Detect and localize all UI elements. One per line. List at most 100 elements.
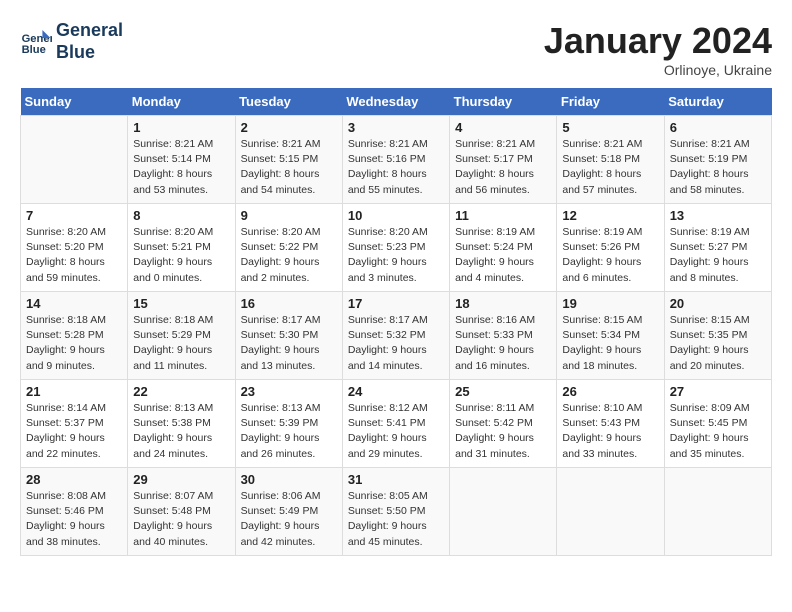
calendar-cell: 9 Sunrise: 8:20 AMSunset: 5:22 PMDaylight…	[235, 204, 342, 292]
calendar-cell: 4Sunrise: 8:21 AMSunset: 5:17 PMDaylight…	[450, 116, 557, 204]
day-info: Sunrise: 8:20 AMSunset: 5:20 PMDaylight:…	[26, 225, 122, 286]
calendar-week-5: 28Sunrise: 8:08 AMSunset: 5:46 PMDayligh…	[21, 468, 772, 556]
day-info: Sunrise: 8:21 AMSunset: 5:19 PMDaylight:…	[670, 137, 766, 198]
day-info: Sunrise: 8:15 AMSunset: 5:35 PMDaylight:…	[670, 313, 766, 374]
svg-text:General: General	[22, 33, 52, 45]
day-number: 30	[241, 472, 337, 487]
calendar-week-4: 21Sunrise: 8:14 AMSunset: 5:37 PMDayligh…	[21, 380, 772, 468]
day-info: Sunrise: 8:16 AMSunset: 5:33 PMDaylight:…	[455, 313, 551, 374]
calendar-cell: 7 Sunrise: 8:20 AMSunset: 5:20 PMDaylight…	[21, 204, 128, 292]
calendar-week-1: 1 Sunrise: 8:21 AMSunset: 5:14 PMDaylight…	[21, 116, 772, 204]
day-number: 4	[455, 120, 551, 135]
day-number: 25	[455, 384, 551, 399]
day-info: Sunrise: 8:17 AMSunset: 5:30 PMDaylight:…	[241, 313, 337, 374]
day-number: 1	[133, 120, 229, 135]
calendar-cell: 20 Sunrise: 8:15 AMSunset: 5:35 PMDayligh…	[664, 292, 771, 380]
day-number: 27	[670, 384, 766, 399]
logo-icon: General Blue	[20, 26, 52, 58]
day-info: Sunrise: 8:18 AMSunset: 5:28 PMDaylight:…	[26, 313, 122, 374]
day-info: Sunrise: 8:11 AMSunset: 5:42 PMDaylight:…	[455, 401, 551, 462]
calendar-cell: 21Sunrise: 8:14 AMSunset: 5:37 PMDayligh…	[21, 380, 128, 468]
day-number: 7	[26, 208, 122, 223]
day-info: Sunrise: 8:09 AMSunset: 5:45 PMDaylight:…	[670, 401, 766, 462]
calendar-cell: 1 Sunrise: 8:21 AMSunset: 5:14 PMDaylight…	[128, 116, 235, 204]
calendar-cell: 30 Sunrise: 8:06 AMSunset: 5:49 PMDayligh…	[235, 468, 342, 556]
weekday-header-sunday: Sunday	[21, 88, 128, 116]
day-info: Sunrise: 8:15 AMSunset: 5:34 PMDaylight:…	[562, 313, 658, 374]
day-info: Sunrise: 8:21 AMSunset: 5:14 PMDaylight:…	[133, 137, 229, 198]
day-info: Sunrise: 8:20 AMSunset: 5:21 PMDaylight:…	[133, 225, 229, 286]
weekday-header-wednesday: Wednesday	[342, 88, 449, 116]
day-info: Sunrise: 8:21 AMSunset: 5:15 PMDaylight:…	[241, 137, 337, 198]
logo: General Blue General Blue	[20, 20, 123, 63]
calendar-cell: 22 Sunrise: 8:13 AMSunset: 5:38 PMDayligh…	[128, 380, 235, 468]
day-number: 17	[348, 296, 444, 311]
calendar-cell	[21, 116, 128, 204]
day-info: Sunrise: 8:13 AMSunset: 5:38 PMDaylight:…	[133, 401, 229, 462]
day-number: 13	[670, 208, 766, 223]
weekday-header-thursday: Thursday	[450, 88, 557, 116]
day-number: 23	[241, 384, 337, 399]
calendar-cell: 24 Sunrise: 8:12 AMSunset: 5:41 PMDayligh…	[342, 380, 449, 468]
day-info: Sunrise: 8:14 AMSunset: 5:37 PMDaylight:…	[26, 401, 122, 462]
calendar-cell: 13 Sunrise: 8:19 AMSunset: 5:27 PMDayligh…	[664, 204, 771, 292]
calendar-cell	[664, 468, 771, 556]
day-info: Sunrise: 8:05 AMSunset: 5:50 PMDaylight:…	[348, 489, 444, 550]
month-title: January 2024	[544, 20, 772, 62]
calendar-cell: 12Sunrise: 8:19 AMSunset: 5:26 PMDayligh…	[557, 204, 664, 292]
day-number: 3	[348, 120, 444, 135]
day-info: Sunrise: 8:13 AMSunset: 5:39 PMDaylight:…	[241, 401, 337, 462]
calendar-week-2: 7 Sunrise: 8:20 AMSunset: 5:20 PMDaylight…	[21, 204, 772, 292]
calendar-table: SundayMondayTuesdayWednesdayThursdayFrid…	[20, 88, 772, 556]
day-info: Sunrise: 8:17 AMSunset: 5:32 PMDaylight:…	[348, 313, 444, 374]
calendar-cell: 25 Sunrise: 8:11 AMSunset: 5:42 PMDayligh…	[450, 380, 557, 468]
day-info: Sunrise: 8:18 AMSunset: 5:29 PMDaylight:…	[133, 313, 229, 374]
weekday-header-monday: Monday	[128, 88, 235, 116]
day-number: 11	[455, 208, 551, 223]
day-number: 22	[133, 384, 229, 399]
calendar-cell: 15 Sunrise: 8:18 AMSunset: 5:29 PMDayligh…	[128, 292, 235, 380]
calendar-cell: 5 Sunrise: 8:21 AMSunset: 5:18 PMDaylight…	[557, 116, 664, 204]
day-number: 14	[26, 296, 122, 311]
calendar-week-3: 14 Sunrise: 8:18 AMSunset: 5:28 PMDayligh…	[21, 292, 772, 380]
day-info: Sunrise: 8:20 AMSunset: 5:23 PMDaylight:…	[348, 225, 444, 286]
calendar-cell: 16 Sunrise: 8:17 AMSunset: 5:30 PMDayligh…	[235, 292, 342, 380]
calendar-cell: 11 Sunrise: 8:19 AMSunset: 5:24 PMDayligh…	[450, 204, 557, 292]
day-info: Sunrise: 8:20 AMSunset: 5:22 PMDaylight:…	[241, 225, 337, 286]
day-number: 31	[348, 472, 444, 487]
day-info: Sunrise: 8:21 AMSunset: 5:18 PMDaylight:…	[562, 137, 658, 198]
calendar-cell: 18 Sunrise: 8:16 AMSunset: 5:33 PMDayligh…	[450, 292, 557, 380]
calendar-cell: 27 Sunrise: 8:09 AMSunset: 5:45 PMDayligh…	[664, 380, 771, 468]
page-header: General Blue General Blue January 2024 O…	[20, 20, 772, 78]
svg-text:Blue: Blue	[22, 44, 46, 56]
calendar-cell: 29Sunrise: 8:07 AMSunset: 5:48 PMDayligh…	[128, 468, 235, 556]
weekday-header-tuesday: Tuesday	[235, 88, 342, 116]
calendar-cell: 3Sunrise: 8:21 AMSunset: 5:16 PMDaylight…	[342, 116, 449, 204]
day-info: Sunrise: 8:19 AMSunset: 5:24 PMDaylight:…	[455, 225, 551, 286]
day-info: Sunrise: 8:06 AMSunset: 5:49 PMDaylight:…	[241, 489, 337, 550]
calendar-cell: 28Sunrise: 8:08 AMSunset: 5:46 PMDayligh…	[21, 468, 128, 556]
weekday-header-friday: Friday	[557, 88, 664, 116]
logo-text-line2: Blue	[56, 42, 123, 64]
calendar-cell: 19 Sunrise: 8:15 AMSunset: 5:34 PMDayligh…	[557, 292, 664, 380]
day-number: 20	[670, 296, 766, 311]
calendar-cell: 6Sunrise: 8:21 AMSunset: 5:19 PMDaylight…	[664, 116, 771, 204]
day-number: 24	[348, 384, 444, 399]
day-number: 28	[26, 472, 122, 487]
day-info: Sunrise: 8:19 AMSunset: 5:27 PMDaylight:…	[670, 225, 766, 286]
weekday-header-saturday: Saturday	[664, 88, 771, 116]
calendar-cell: 14 Sunrise: 8:18 AMSunset: 5:28 PMDayligh…	[21, 292, 128, 380]
calendar-cell: 10Sunrise: 8:20 AMSunset: 5:23 PMDayligh…	[342, 204, 449, 292]
location: Orlinoye, Ukraine	[544, 62, 772, 78]
day-number: 19	[562, 296, 658, 311]
calendar-cell: 26Sunrise: 8:10 AMSunset: 5:43 PMDayligh…	[557, 380, 664, 468]
day-info: Sunrise: 8:12 AMSunset: 5:41 PMDaylight:…	[348, 401, 444, 462]
day-number: 5	[562, 120, 658, 135]
day-number: 15	[133, 296, 229, 311]
calendar-cell: 2Sunrise: 8:21 AMSunset: 5:15 PMDaylight…	[235, 116, 342, 204]
logo-text-line1: General	[56, 20, 123, 42]
day-number: 26	[562, 384, 658, 399]
day-number: 9	[241, 208, 337, 223]
day-number: 18	[455, 296, 551, 311]
day-number: 16	[241, 296, 337, 311]
